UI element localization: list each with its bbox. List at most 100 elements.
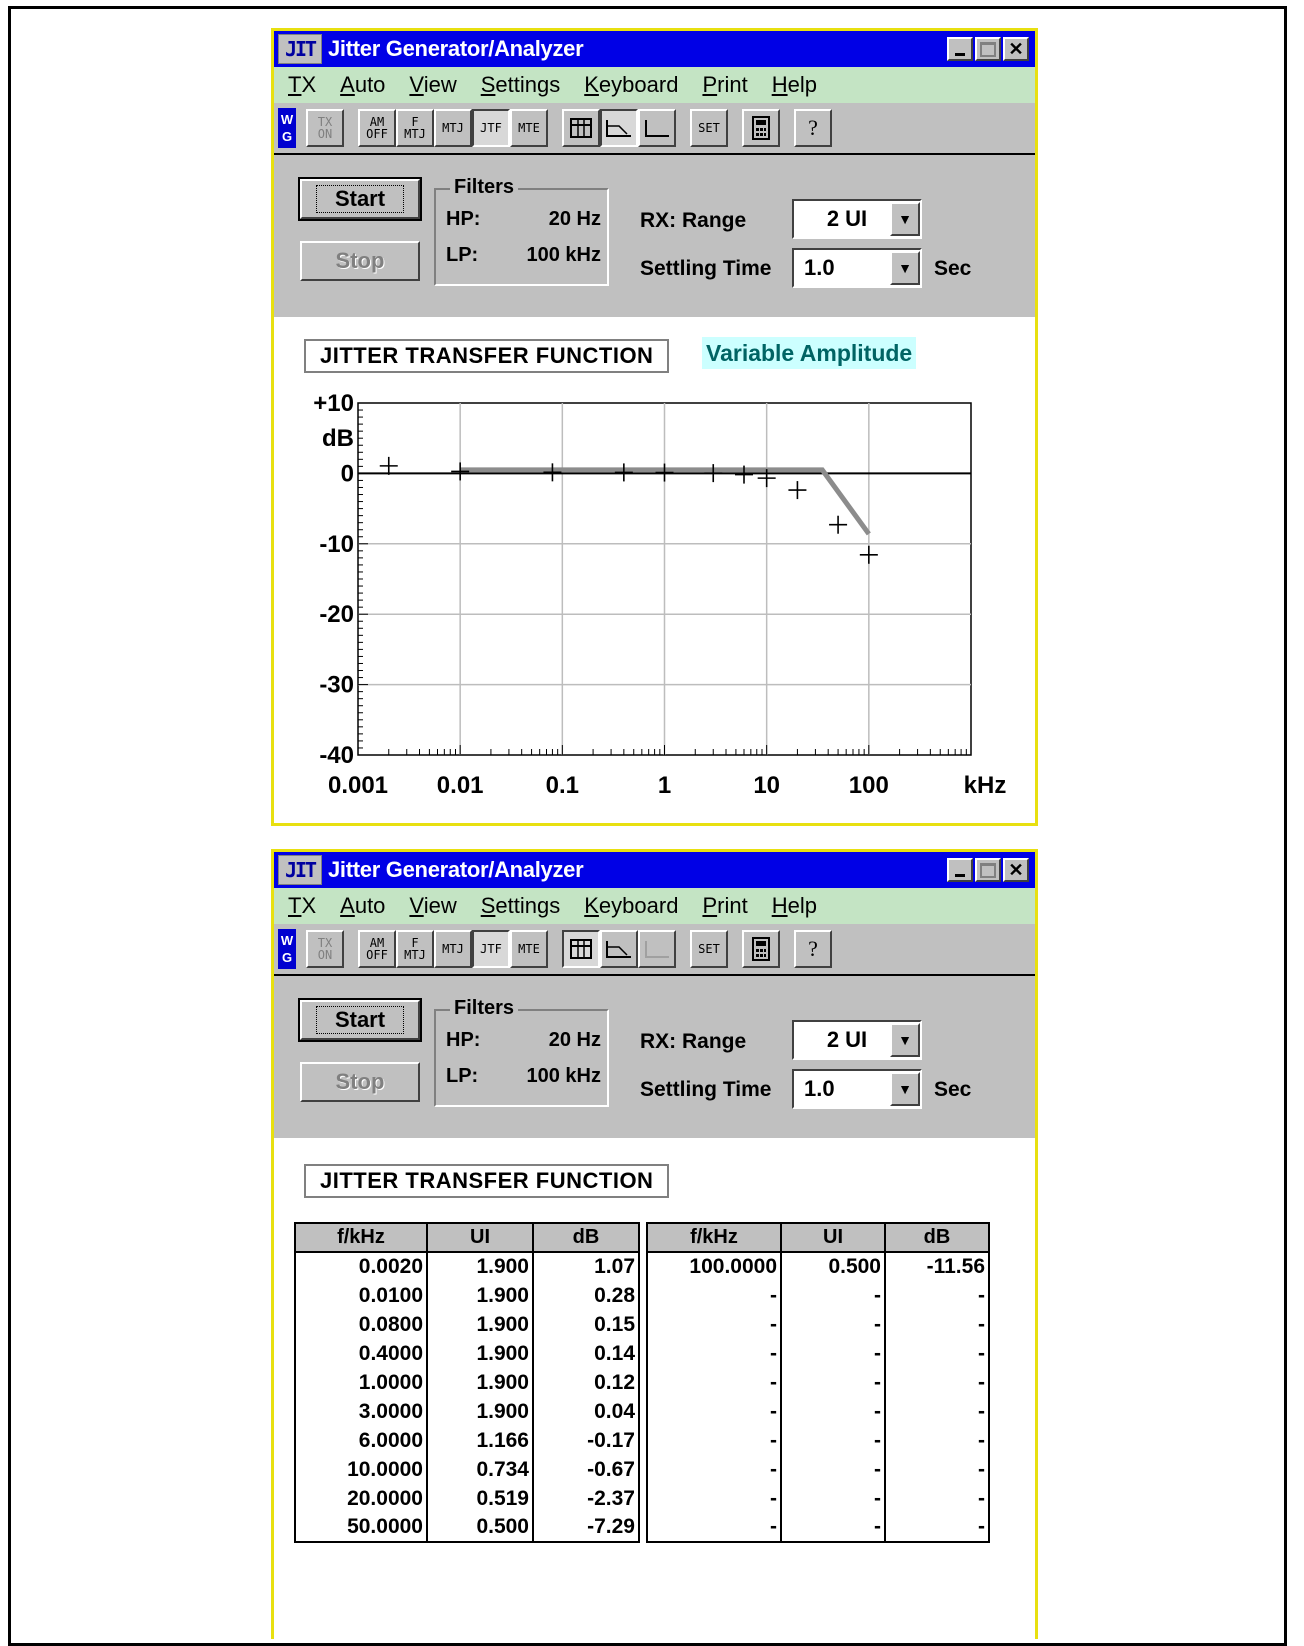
- menu-help[interactable]: Help: [772, 893, 817, 919]
- stop-button[interactable]: Stop: [300, 241, 420, 281]
- start-button[interactable]: Start: [298, 998, 422, 1042]
- menu-mnemonic: H: [771, 72, 788, 97]
- chevron-down-icon[interactable]: ▼: [890, 1023, 920, 1057]
- y-tick-label: -10: [319, 531, 354, 558]
- app-window-table: JIT Jitter Generator/Analyzer ✕ TX Auto Vi…: [271, 849, 1038, 1639]
- table-cell: 0.28: [532, 1281, 640, 1310]
- maximize-icon[interactable]: [975, 858, 1001, 882]
- menu-settings[interactable]: Settings: [481, 893, 561, 919]
- menu-mnemonic: S: [480, 893, 496, 918]
- table-cell: 0.500: [780, 1252, 886, 1281]
- calculator-button[interactable]: [742, 109, 780, 147]
- start-button[interactable]: Start: [298, 177, 422, 221]
- help-button[interactable]: ?: [794, 930, 832, 968]
- table-cell: -: [884, 1339, 990, 1368]
- wg-badge-icon[interactable]: WG: [278, 929, 296, 969]
- graph-view-button[interactable]: [600, 930, 638, 968]
- title-bar[interactable]: JIT Jitter Generator/Analyzer ✕: [274, 852, 1035, 888]
- x-tick-label: 0.1: [546, 772, 579, 799]
- menu-help[interactable]: Help: [772, 72, 817, 98]
- table-cell: -2.37: [532, 1484, 640, 1513]
- settling-time-select[interactable]: 1.0 ▼: [792, 248, 922, 288]
- y-tick-label: -20: [319, 601, 354, 628]
- f-mtj-button[interactable]: F MTJ: [396, 930, 434, 968]
- menu-mnemonic: T: [288, 893, 302, 918]
- menu-bar: TX Auto View Settings Keyboard Print Help: [274, 888, 1035, 924]
- table-cell: 0.15: [532, 1310, 640, 1339]
- table-row: ---: [646, 1368, 990, 1397]
- panel-title: JITTER TRANSFER FUNCTION: [304, 1164, 670, 1198]
- maximize-icon[interactable]: [975, 37, 1001, 61]
- menu-mnemonic: A: [340, 893, 355, 918]
- title-bar[interactable]: JIT Jitter Generator/Analyzer ✕: [274, 31, 1035, 67]
- mte-button[interactable]: MTE: [510, 109, 548, 147]
- menu-keyboard[interactable]: Keyboard: [584, 893, 678, 919]
- set-button[interactable]: SET: [690, 930, 728, 968]
- am-off-button[interactable]: AM OFF: [358, 930, 396, 968]
- app-icon[interactable]: JIT: [278, 34, 322, 64]
- f-mtj-button[interactable]: F MTJ: [396, 109, 434, 147]
- menu-label: eyboard: [598, 72, 679, 97]
- table-view-button[interactable]: [562, 109, 600, 147]
- table-row: ---: [646, 1426, 990, 1455]
- tx-on-button[interactable]: TX ON: [306, 109, 344, 147]
- jtf-button[interactable]: JTF: [472, 930, 510, 968]
- menu-keyboard[interactable]: Keyboard: [584, 72, 678, 98]
- table-row: ---: [646, 1339, 990, 1368]
- set-button[interactable]: SET: [690, 109, 728, 147]
- minimize-icon[interactable]: [947, 858, 973, 882]
- calculator-button[interactable]: [742, 930, 780, 968]
- axes-icon: [645, 941, 669, 958]
- menu-view[interactable]: View: [409, 72, 456, 98]
- menu-tx[interactable]: TX: [288, 893, 316, 919]
- chevron-down-icon[interactable]: ▼: [890, 1072, 920, 1106]
- filters-title: Filters: [450, 176, 519, 199]
- axes-view-button[interactable]: [638, 930, 676, 968]
- calculator-icon: [752, 116, 770, 140]
- chevron-down-icon[interactable]: ▼: [890, 202, 920, 236]
- y-tick-label: +10: [313, 390, 354, 417]
- settling-time-select[interactable]: 1.0 ▼: [792, 1069, 922, 1109]
- minimize-icon[interactable]: [947, 37, 973, 61]
- graph-view-button[interactable]: [600, 109, 638, 147]
- tx-on-button[interactable]: TX ON: [306, 930, 344, 968]
- close-icon[interactable]: ✕: [1003, 858, 1029, 882]
- table-cell: 0.0100: [294, 1281, 428, 1310]
- table-row: 10.0000 0.734 -0.67: [294, 1455, 640, 1484]
- menu-print[interactable]: Print: [702, 72, 747, 98]
- rx-range-select[interactable]: 2 UI ▼: [792, 1020, 922, 1060]
- table-cell: -: [646, 1310, 782, 1339]
- am-off-button[interactable]: AM OFF: [358, 109, 396, 147]
- stop-button[interactable]: Stop: [300, 1062, 420, 1102]
- app-window-graph: JIT Jitter Generator/Analyzer ✕ TX Auto Vi…: [271, 28, 1038, 826]
- axes-view-button[interactable]: [638, 109, 676, 147]
- wg-badge-icon[interactable]: WG: [278, 108, 296, 148]
- table-row: ---: [646, 1281, 990, 1310]
- table-row: 0.0100 1.900 0.28: [294, 1281, 640, 1310]
- menu-tx[interactable]: TX: [288, 72, 316, 98]
- menu-print[interactable]: Print: [702, 893, 747, 919]
- jtf-button[interactable]: JTF: [472, 109, 510, 147]
- menu-auto[interactable]: Auto: [340, 72, 385, 98]
- mtj-button[interactable]: MTJ: [434, 930, 472, 968]
- mte-button[interactable]: MTE: [510, 930, 548, 968]
- table-cell: -: [646, 1339, 782, 1368]
- menu-label: X: [301, 72, 317, 97]
- table-cell: -: [884, 1310, 990, 1339]
- controls-panel: Start Stop Filters HP: 20 Hz LP: 100 kHz R…: [274, 155, 1035, 313]
- menu-settings[interactable]: Settings: [481, 72, 561, 98]
- toolbar: WG TX ON AM OFF F MTJ MTJ JTF MTE SET ?: [274, 924, 1035, 976]
- menu-auto[interactable]: Auto: [340, 893, 385, 919]
- menu-view[interactable]: View: [409, 893, 456, 919]
- app-icon[interactable]: JIT: [278, 855, 322, 885]
- mtj-button[interactable]: MTJ: [434, 109, 472, 147]
- table-cell: -7.29: [532, 1513, 640, 1543]
- table-cell: 0.4000: [294, 1339, 428, 1368]
- rx-range-select[interactable]: 2 UI ▼: [792, 199, 922, 239]
- chevron-down-icon[interactable]: ▼: [890, 251, 920, 285]
- table-cell: 1.900: [426, 1281, 534, 1310]
- table-view-button[interactable]: [562, 930, 600, 968]
- close-icon[interactable]: ✕: [1003, 37, 1029, 61]
- badge-bottom: G: [281, 950, 293, 965]
- help-button[interactable]: ?: [794, 109, 832, 147]
